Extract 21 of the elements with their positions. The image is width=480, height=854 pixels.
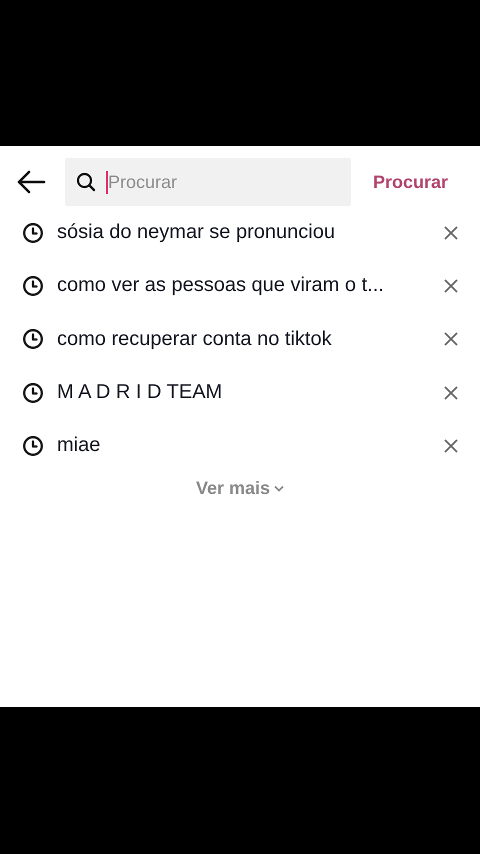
text-cursor	[106, 171, 108, 194]
search-history-item[interactable]: miae	[57, 434, 442, 458]
search-button[interactable]: Procurar	[373, 172, 448, 192]
close-icon[interactable]	[442, 384, 460, 402]
search-history-item[interactable]: M A D R I D TEAM	[57, 381, 442, 404]
close-icon[interactable]	[442, 276, 460, 295]
clock-icon	[22, 222, 44, 244]
search-history-item[interactable]: como recuperar conta no tiktok	[57, 328, 442, 351]
close-icon[interactable]	[442, 224, 460, 242]
search-history-item[interactable]: como ver as pessoas que viram o t...	[57, 274, 442, 298]
search-icon	[76, 172, 96, 192]
chevron-down-icon	[274, 485, 284, 492]
clock-icon	[22, 434, 44, 457]
back-button[interactable]	[16, 168, 48, 196]
close-icon[interactable]	[442, 436, 460, 455]
close-icon[interactable]	[442, 330, 460, 348]
search-field[interactable]: Procurar	[65, 158, 351, 206]
clock-icon	[22, 328, 44, 350]
clock-icon	[22, 274, 44, 297]
clock-icon	[22, 382, 44, 404]
search-history-item[interactable]: sósia do neymar se pronunciou	[57, 221, 442, 244]
